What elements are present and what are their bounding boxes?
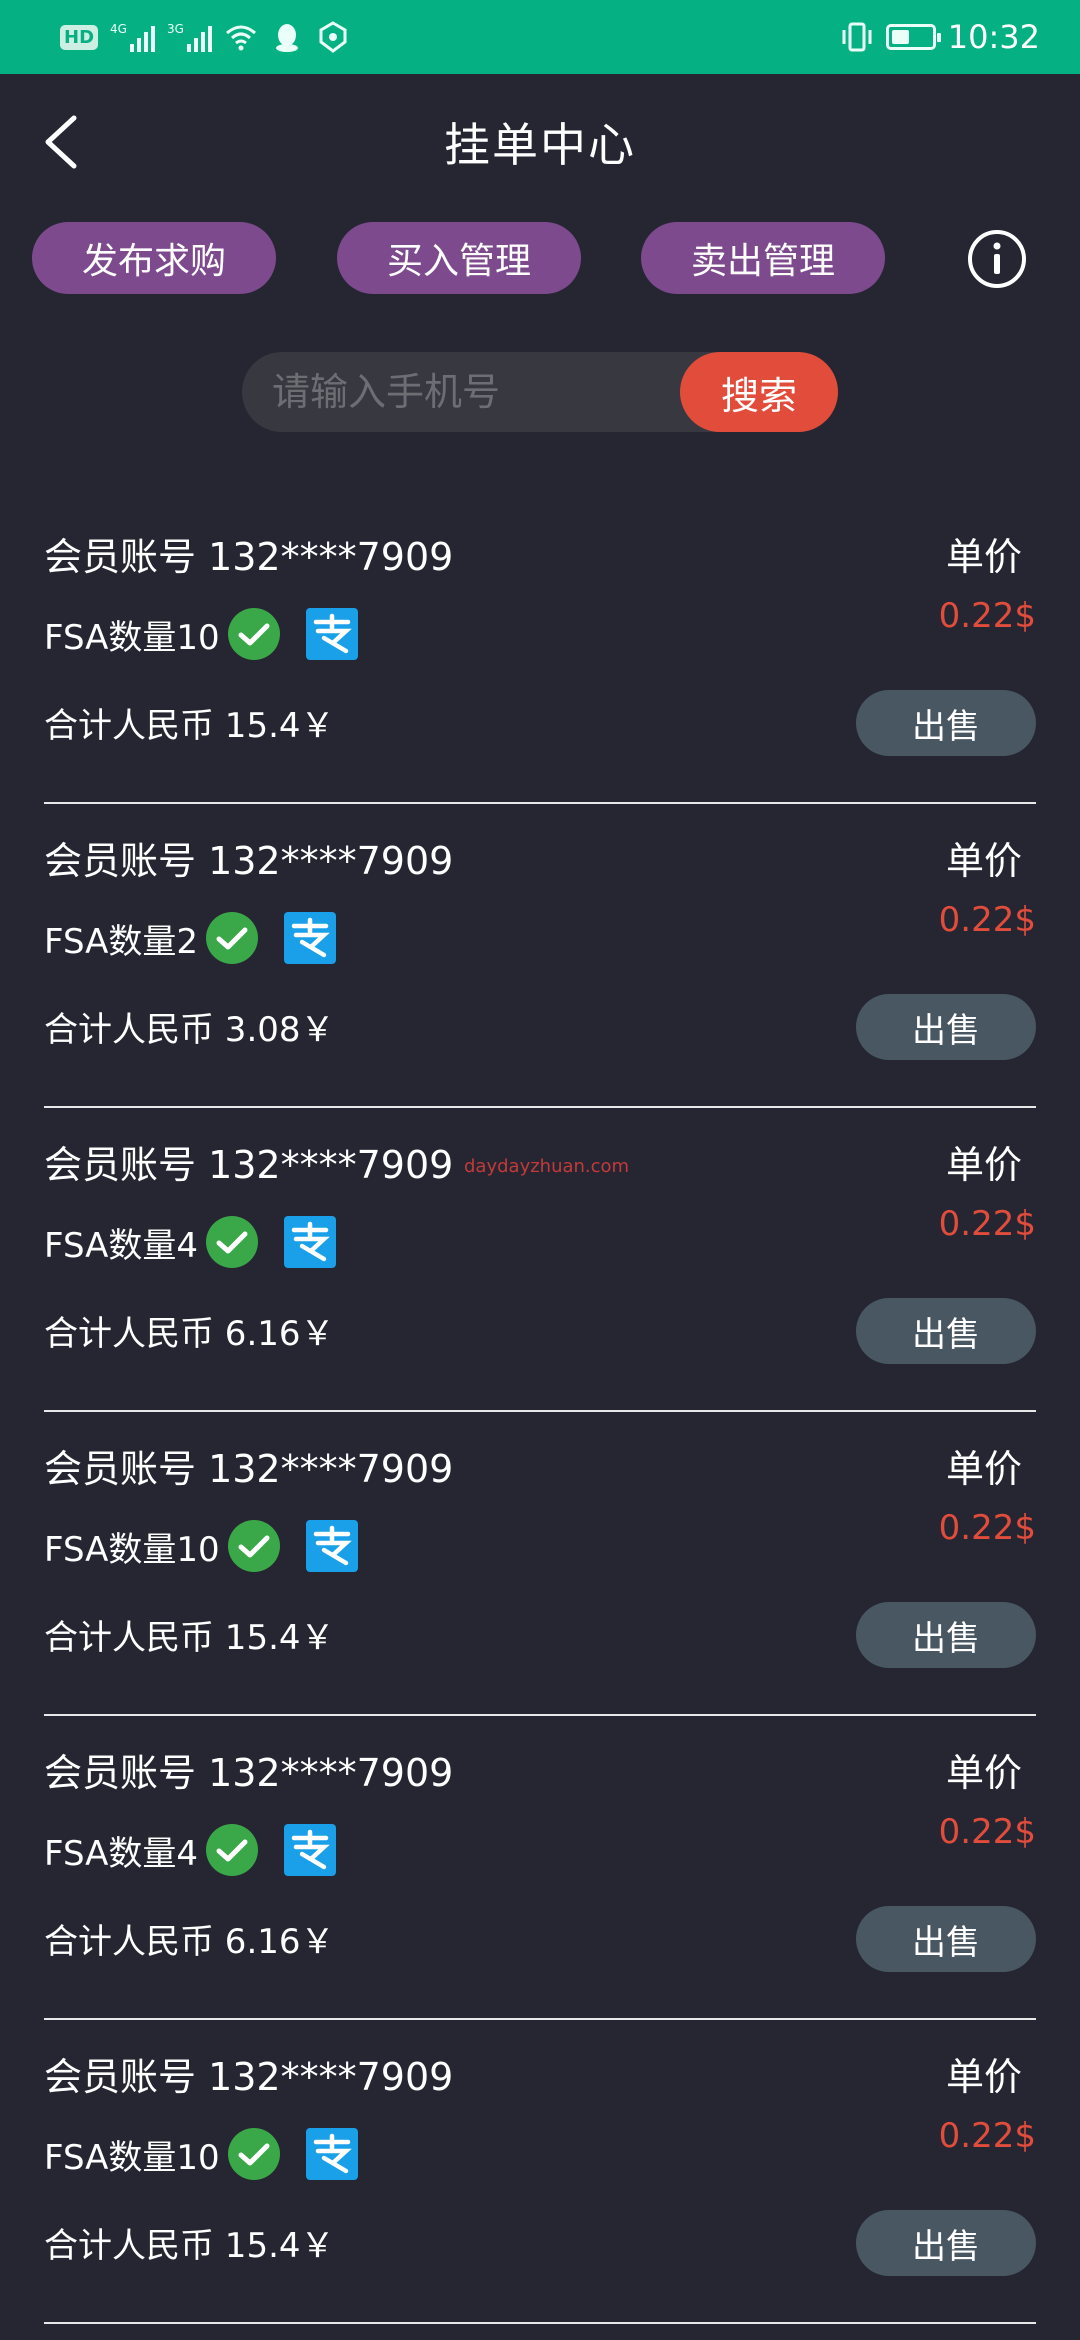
alipay-icon <box>284 912 337 964</box>
watermark-text: daydayzhuan.com <box>464 1156 630 1177</box>
unit-price-label: 单价 <box>945 1143 1022 1187</box>
page-title: 挂单中心 <box>444 118 636 172</box>
wechat-pay-icon <box>227 1520 280 1572</box>
member-account: 会员账号 132****7909 <box>44 1447 454 1491</box>
sell-button[interactable]: 出售 <box>856 1602 1036 1668</box>
qq-icon <box>275 24 298 52</box>
unit-price-label: 单价 <box>945 2055 1022 2099</box>
order-item: 会员账号 132****7909 单价 FSA数量10 0.22$ 合计人民币 … <box>44 2020 1036 2324</box>
unit-price-label: 单价 <box>945 1447 1022 1491</box>
status-bar: HD 4G 3G 10:32 <box>0 0 1080 74</box>
sell-button[interactable]: 出售 <box>856 690 1036 756</box>
unit-price-value: 0.22$ <box>938 1812 1036 1852</box>
buy-management-button[interactable]: 买入管理 <box>337 222 581 294</box>
order-item: 会员账号 132****7909 单价 FSA数量10 0.22$ 合计人民币 … <box>44 500 1036 804</box>
order-item: 会员账号 132****7909 单价 FSA数量4 0.22$ 合计人民币 6… <box>44 1108 1036 1412</box>
signal-3g-icon: 3G <box>167 22 212 52</box>
unit-price-label: 单价 <box>945 839 1022 883</box>
member-account: 会员账号 132****7909 <box>44 1143 454 1187</box>
total-rmb: 合计人民币 3.08￥ <box>44 1010 335 1050</box>
battery-icon <box>885 24 941 50</box>
wechat-pay-icon <box>227 2128 280 2180</box>
member-account: 会员账号 132****7909 <box>44 2055 454 2099</box>
shield-icon <box>319 21 347 53</box>
quantity-text: FSA数量10 <box>44 1529 220 1570</box>
wechat-pay-icon <box>206 1824 259 1876</box>
alipay-icon <box>284 1824 337 1876</box>
unit-price-value: 0.22$ <box>938 1508 1036 1548</box>
unit-price-label: 单价 <box>945 535 1022 579</box>
alipay-icon <box>305 608 358 660</box>
total-rmb: 合计人民币 15.4￥ <box>44 2226 335 2266</box>
net-type-label: 4G <box>110 22 127 36</box>
alipay-icon <box>305 2128 358 2180</box>
alipay-icon <box>305 1520 358 1572</box>
member-account: 会员账号 132****7909 <box>44 1751 454 1795</box>
net-type-label: 3G <box>166 22 184 36</box>
wechat-pay-icon <box>206 912 259 964</box>
wechat-pay-icon <box>227 608 280 660</box>
order-item: 会员账号 132****7909 单价 FSA数量2 0.22$ 合计人民币 3… <box>44 804 1036 1108</box>
phone-search-input[interactable] <box>272 352 672 432</box>
search-bar: 搜索 <box>242 352 838 432</box>
back-arrow-icon[interactable] <box>34 110 98 174</box>
unit-price-value: 0.22$ <box>938 596 1036 636</box>
action-bar: 发布求购 买入管理 卖出管理 <box>0 222 1080 296</box>
quantity-text: FSA数量2 <box>44 921 199 962</box>
member-account: 会员账号 132****7909 <box>44 839 454 883</box>
clock: 10:32 <box>947 18 1040 56</box>
wifi-icon <box>225 25 256 51</box>
unit-price-value: 0.22$ <box>938 1204 1036 1244</box>
quantity-text: FSA数量10 <box>44 2137 220 2178</box>
hd-badge: HD <box>60 24 99 50</box>
total-rmb: 合计人民币 6.16￥ <box>44 1922 335 1962</box>
quantity-text: FSA数量10 <box>44 617 220 658</box>
signal-4g-icon: 4G <box>110 22 155 52</box>
sell-button[interactable]: 出售 <box>856 1906 1036 1972</box>
order-item: 会员账号 132****7909 单价 FSA数量10 0.22$ 合计人民币 … <box>44 1412 1036 1716</box>
sell-button[interactable]: 出售 <box>856 994 1036 1060</box>
sell-management-button[interactable]: 卖出管理 <box>641 222 885 294</box>
order-item: 会员账号 132****7909 单价 FSA数量4 0.22$ 合计人民币 6… <box>44 1716 1036 2020</box>
quantity-text: FSA数量4 <box>44 1833 199 1874</box>
unit-price-value: 0.22$ <box>938 900 1036 940</box>
vibrate-icon <box>842 22 872 52</box>
info-icon[interactable] <box>966 228 1028 290</box>
total-rmb: 合计人民币 15.4￥ <box>44 1618 335 1658</box>
wechat-pay-icon <box>206 1216 259 1268</box>
total-rmb: 合计人民币 15.4￥ <box>44 706 335 746</box>
search-button[interactable]: 搜索 <box>680 352 838 432</box>
sell-button[interactable]: 出售 <box>856 2210 1036 2276</box>
unit-price-label: 单价 <box>945 1751 1022 1795</box>
sell-button[interactable]: 出售 <box>856 1298 1036 1364</box>
unit-price-value: 0.22$ <box>938 2116 1036 2156</box>
member-account: 会员账号 132****7909 <box>44 535 454 579</box>
app-header: 挂单中心 <box>0 74 1080 210</box>
quantity-text: FSA数量4 <box>44 1225 199 1266</box>
alipay-icon <box>284 1216 337 1268</box>
publish-request-button[interactable]: 发布求购 <box>32 222 276 294</box>
total-rmb: 合计人民币 6.16￥ <box>44 1314 335 1354</box>
